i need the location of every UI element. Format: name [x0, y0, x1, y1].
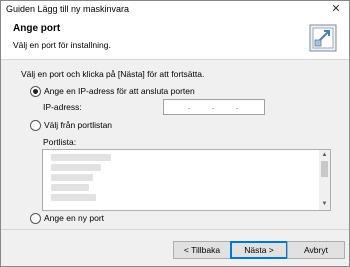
- port-list-scrollbar[interactable]: ▲ ▼: [319, 150, 330, 210]
- list-item[interactable]: [51, 174, 93, 181]
- ip-address-input[interactable]: . . .: [163, 99, 265, 115]
- window-title: Guiden Lägg till ny maskinvara: [6, 4, 130, 14]
- scroll-down-icon[interactable]: ▼: [320, 200, 329, 209]
- wizard-port-icon: [309, 24, 337, 52]
- ip-address-radio[interactable]: [30, 86, 41, 97]
- next-button[interactable]: Nästa >: [230, 241, 288, 259]
- port-list-radio[interactable]: [30, 120, 41, 131]
- footer-divider: [1, 229, 349, 230]
- close-button[interactable]: ✕: [329, 2, 343, 16]
- wizard-header: Ange port Välj en port för installning.: [1, 19, 349, 60]
- ip-address-label: IP-adress:: [43, 102, 82, 112]
- ip-octet-separator: .: [188, 102, 191, 111]
- back-button[interactable]: < Tillbaka: [173, 241, 231, 259]
- port-list[interactable]: ▲ ▼: [42, 149, 331, 211]
- list-item[interactable]: [51, 154, 111, 161]
- page-title: Ange port: [13, 23, 61, 34]
- list-item[interactable]: [51, 184, 89, 191]
- port-list-label: Portlista:: [43, 137, 77, 147]
- ip-octet-separator: .: [212, 102, 215, 111]
- cancel-button[interactable]: Avbryt: [287, 241, 345, 259]
- scroll-up-icon[interactable]: ▲: [320, 151, 329, 160]
- wizard-window: Guiden Lägg till ny maskinvara ✕ Ange po…: [0, 0, 350, 267]
- instruction-text: Välj en port och klicka på [Nästa] för a…: [21, 69, 205, 79]
- port-list-radio-label[interactable]: Välj från portlistan: [44, 120, 112, 130]
- page-subtitle: Välj en port för installning.: [13, 40, 111, 50]
- title-bar: Guiden Lägg till ny maskinvara ✕: [1, 1, 349, 19]
- new-port-radio-label[interactable]: Ange en ny port: [44, 213, 104, 223]
- list-item[interactable]: [51, 194, 96, 201]
- ip-octet-separator: .: [236, 102, 239, 111]
- ip-address-radio-label[interactable]: Ange en IP-adress för att ansluta porten: [44, 86, 195, 96]
- new-port-radio[interactable]: [30, 213, 41, 224]
- list-item[interactable]: [51, 164, 101, 171]
- scroll-thumb[interactable]: [321, 161, 328, 177]
